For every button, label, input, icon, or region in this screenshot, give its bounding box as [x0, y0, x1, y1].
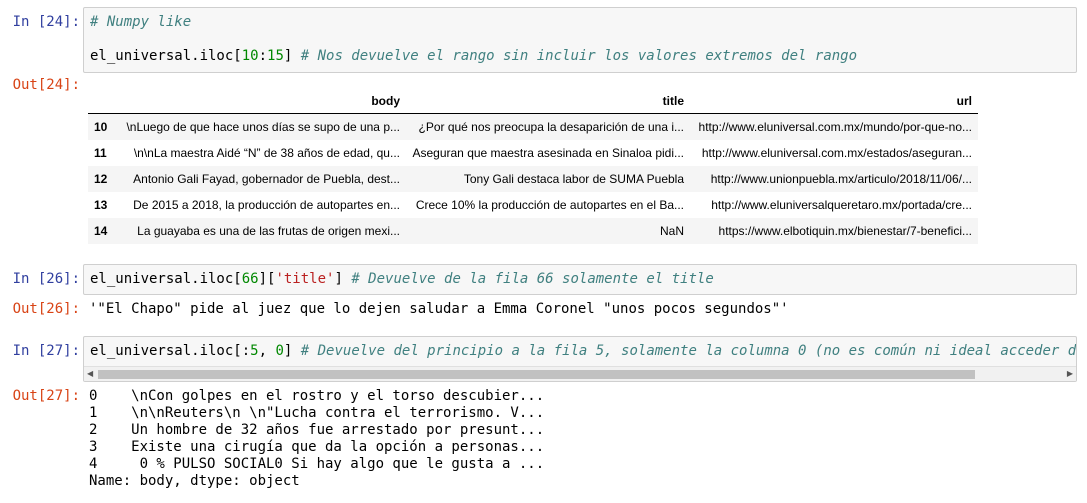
code-comment: # Devuelve del principio a la fila 5, so…: [300, 343, 1077, 359]
scrollbar-thumb[interactable]: [98, 370, 975, 379]
table-header-row: body title url: [88, 89, 978, 114]
cell-27-code-line: el_universal.iloc[:5, 0] # Devuelve del …: [90, 343, 1077, 359]
cell-26-out-prompt: Out[26]:: [12, 301, 80, 317]
cell-title: Aseguran que maestra asesinada en Sinalo…: [412, 146, 684, 160]
row-index: 11: [94, 146, 107, 160]
scroll-left-arrow-icon[interactable]: ◀: [87, 369, 93, 378]
cell-27-output-line-3: 3 Existe una cirugía que da la opción a …: [89, 439, 545, 455]
code-bracket: ][: [258, 271, 276, 287]
cell-27-output-line-1: 1 \n\nReuters\n \n"Lucha contra el terro…: [89, 405, 545, 421]
code-comment: # Devuelve de la fila 66 solamente el ti…: [351, 271, 714, 287]
cell-27-code-editor[interactable]: el_universal.iloc[:5, 0] # Devuelve del …: [83, 336, 1077, 382]
cell-url: http://www.unionpuebla.mx/articulo/2018/…: [710, 172, 972, 186]
column-header-url: url: [690, 89, 978, 114]
cell-24-out-prompt: Out[24]:: [12, 77, 80, 93]
table-row: 13 De 2015 a 2018, la producción de auto…: [88, 192, 978, 218]
cell-24-comment-line: # Numpy like: [90, 14, 192, 30]
cell-24-in-prompt: In [24]:: [12, 14, 80, 30]
row-index: 12: [94, 172, 108, 186]
code-string: 'title': [275, 271, 335, 287]
dataframe-table: body title url 10 \nLuego de que hace un…: [88, 89, 978, 244]
cell-26-in-prompt: In [26]:: [12, 271, 80, 287]
cell-url: http://www.eluniversal.com.mx/estados/as…: [701, 146, 972, 160]
code-colon: :: [258, 48, 268, 64]
cell-24-code-line: el_universal.iloc[10:15] # Nos devuelve …: [90, 48, 857, 64]
cell-body: La guayaba es una de las frutas de orige…: [137, 224, 400, 238]
row-index: 13: [94, 198, 108, 212]
code-object: el_universal.iloc[:: [90, 343, 251, 359]
cell-26-code-editor[interactable]: el_universal.iloc[66]['title'] # Devuelv…: [83, 264, 1077, 295]
table-row: 11 \n\nLa maestra Aidé “N” de 38 años de…: [88, 140, 978, 166]
row-index: 14: [94, 224, 108, 238]
row-index: 10: [94, 120, 108, 134]
code-bracket: ]: [334, 271, 352, 287]
table-row: 10 \nLuego de que hace unos días se supo…: [88, 113, 978, 140]
code-object: el_universal.iloc[: [90, 48, 242, 64]
cell-url: https://www.elbotiquin.mx/bienestar/7-be…: [718, 224, 972, 238]
code-separator: ,: [258, 343, 276, 359]
cell-title: Tony Gali destaca labor de SUMA Puebla: [463, 172, 684, 186]
cell-27-in-prompt: In [27]:: [12, 343, 80, 359]
table-row: 14 La guayaba es una de las frutas de or…: [88, 218, 978, 244]
code-number: 0: [275, 343, 284, 359]
cell-url: http://www.eluniversalqueretaro.mx/porta…: [711, 198, 972, 212]
cell-body: De 2015 a 2018, la producción de autopar…: [133, 198, 400, 212]
scroll-right-arrow-icon[interactable]: ▶: [1067, 369, 1073, 378]
code-number: 5: [250, 343, 259, 359]
cell-24-code-editor[interactable]: # Numpy like el_universal.iloc[10:15] # …: [83, 7, 1077, 73]
code-bracket: ]: [283, 48, 301, 64]
cell-27-output-series-info: Name: body, dtype: object: [89, 473, 300, 489]
column-header-body: body: [118, 89, 406, 114]
cell-27-output-line-2: 2 Un hombre de 32 años fue arrestado por…: [89, 422, 545, 438]
code-number: 15: [267, 48, 284, 64]
cell-url: http://www.eluniversal.com.mx/mundo/por-…: [698, 120, 972, 134]
cell-title: Crece 10% la producción de autopartes en…: [415, 198, 684, 212]
cell-26-code-line: el_universal.iloc[66]['title'] # Devuelv…: [90, 271, 714, 287]
cell-27-output-line-0: 0 \nCon golpes en el rostro y el torso d…: [89, 388, 545, 404]
index-header: [88, 89, 118, 114]
cell-body: \n\nLa maestra Aidé “N” de 38 años de ed…: [133, 146, 400, 160]
column-header-title: title: [406, 89, 690, 114]
cell-title: NaN: [659, 224, 684, 238]
code-comment: # Nos devuelve el rango sin incluir los …: [300, 48, 858, 64]
cell-26-output-text: '"El Chapo" pide al juez que lo dejen sa…: [89, 301, 789, 317]
code-bracket: ]: [283, 343, 301, 359]
code-object: el_universal.iloc[: [90, 271, 242, 287]
table-row: 12 Antonio Gali Fayad, gobernador de Pue…: [88, 166, 978, 192]
code-number: 10: [241, 48, 259, 64]
cell-body: \nLuego de que hace unos días se supo de…: [126, 120, 400, 134]
cell-27-output-line-4: 4 0 % PULSO SOCIAL0 Si hay algo que le g…: [89, 456, 545, 472]
code-number: 66: [241, 271, 259, 287]
cell-title: ¿Por qué nos preocupa la desaparición de…: [418, 120, 684, 134]
horizontal-scrollbar[interactable]: ◀ ▶: [84, 366, 1076, 381]
cell-27-out-prompt: Out[27]:: [12, 388, 80, 404]
cell-body: Antonio Gali Fayad, gobernador de Puebla…: [133, 172, 400, 186]
